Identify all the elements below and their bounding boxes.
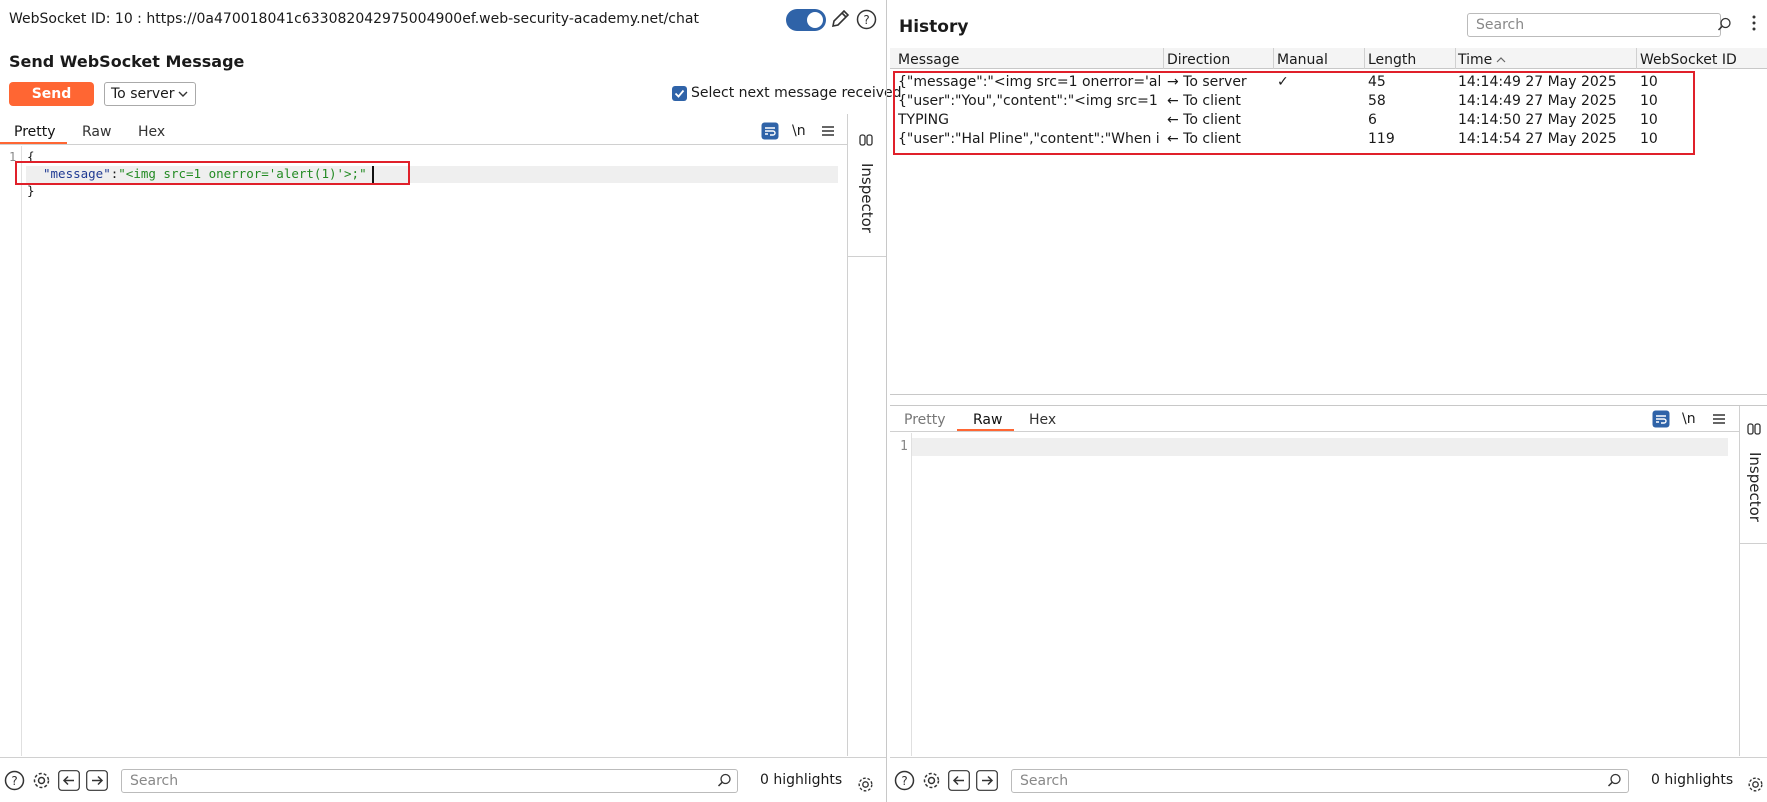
- help-icon[interactable]: ?: [4, 770, 25, 791]
- inspector-label[interactable]: Inspector: [858, 163, 876, 233]
- history-title: History: [899, 17, 969, 37]
- active-tab-underline: [957, 429, 1014, 431]
- menu-icon[interactable]: [820, 123, 836, 139]
- search-icon: [717, 773, 732, 788]
- panel-title: Send WebSocket Message: [9, 52, 245, 71]
- column-header-direction[interactable]: Direction: [1167, 52, 1230, 68]
- more-options-icon[interactable]: [1750, 14, 1758, 32]
- select-next-label: Select next message received: [691, 85, 902, 101]
- svg-text:?: ?: [11, 774, 17, 788]
- gear-icon[interactable]: [1746, 775, 1765, 794]
- pencil-icon[interactable]: [829, 8, 851, 30]
- line-number: 1: [900, 439, 908, 454]
- sort-asc-icon: [1496, 56, 1506, 64]
- tab-hex[interactable]: Hex: [1029, 412, 1056, 428]
- column-header-websocket-id[interactable]: WebSocket ID: [1640, 52, 1737, 68]
- inspector-icon[interactable]: [858, 133, 874, 147]
- arrow-left-icon[interactable]: [58, 770, 80, 791]
- arrow-right-icon[interactable]: [86, 770, 108, 791]
- tab-divider: [890, 431, 1739, 432]
- svg-text:?: ?: [863, 13, 869, 27]
- highlight-count: 0 highlights: [1651, 772, 1734, 788]
- tab-raw[interactable]: Raw: [973, 412, 1002, 428]
- tab-pretty[interactable]: Pretty: [14, 124, 56, 140]
- gear-icon[interactable]: [856, 775, 875, 794]
- arrow-left-icon[interactable]: [948, 770, 970, 791]
- tab-pretty[interactable]: Pretty: [904, 412, 946, 428]
- annotation-highlight-box: [893, 71, 1695, 155]
- history-table-header: Message Direction Manual Length Time Web…: [890, 48, 1767, 69]
- inspector-divider: [1739, 543, 1767, 544]
- arrow-right-icon[interactable]: [976, 770, 998, 791]
- chevron-down-icon: [177, 86, 189, 102]
- inspector-icon[interactable]: [1746, 422, 1762, 436]
- column-header-time[interactable]: Time: [1458, 52, 1506, 68]
- inspector-divider: [847, 256, 887, 257]
- select-next-checkbox[interactable]: [672, 86, 687, 101]
- annotation-highlight-box: [15, 161, 410, 185]
- highlight-count: 0 highlights: [760, 772, 843, 788]
- current-line-highlight: [912, 438, 1728, 456]
- send-button[interactable]: Send: [9, 82, 94, 106]
- history-search-input[interactable]: Search: [1467, 13, 1721, 37]
- column-header-length[interactable]: Length: [1368, 52, 1416, 68]
- gear-icon[interactable]: [921, 770, 942, 791]
- help-icon[interactable]: ?: [894, 770, 915, 791]
- search-icon: [1607, 773, 1622, 788]
- column-header-time-label: Time: [1458, 52, 1493, 68]
- active-tab-underline: [0, 142, 67, 144]
- websocket-url: WebSocket ID: 10 : https://0a470018041c6…: [9, 11, 699, 27]
- column-header-manual[interactable]: Manual: [1277, 52, 1328, 68]
- line-gutter: [890, 433, 912, 756]
- send-message-pane: WebSocket ID: 10 : https://0a470018041c6…: [0, 0, 902, 802]
- newline-toggle[interactable]: \n: [792, 123, 806, 139]
- wrap-lines-icon[interactable]: [761, 122, 779, 140]
- viewer-divider[interactable]: [890, 405, 1767, 406]
- direction-value: To server: [111, 86, 175, 102]
- gear-icon[interactable]: [31, 770, 52, 791]
- tab-hex[interactable]: Hex: [138, 124, 165, 140]
- line-gutter: [0, 146, 22, 756]
- tab-raw[interactable]: Raw: [82, 124, 111, 140]
- search-icon: [1717, 17, 1732, 32]
- svg-text:?: ?: [901, 774, 907, 788]
- code-line: }: [27, 183, 35, 198]
- search-input[interactable]: Search: [1011, 769, 1629, 793]
- intercept-toggle[interactable]: [786, 9, 826, 31]
- search-input[interactable]: Search: [121, 769, 738, 793]
- menu-icon[interactable]: [1711, 411, 1727, 427]
- inspector-label[interactable]: Inspector: [1746, 452, 1764, 522]
- tab-divider: [0, 144, 847, 145]
- pane-divider[interactable]: [886, 0, 887, 802]
- wrap-lines-icon[interactable]: [1652, 410, 1670, 428]
- newline-toggle[interactable]: \n: [1682, 411, 1696, 427]
- column-header-message[interactable]: Message: [898, 52, 959, 68]
- direction-select[interactable]: To server: [104, 82, 196, 106]
- help-icon[interactable]: ?: [856, 9, 877, 30]
